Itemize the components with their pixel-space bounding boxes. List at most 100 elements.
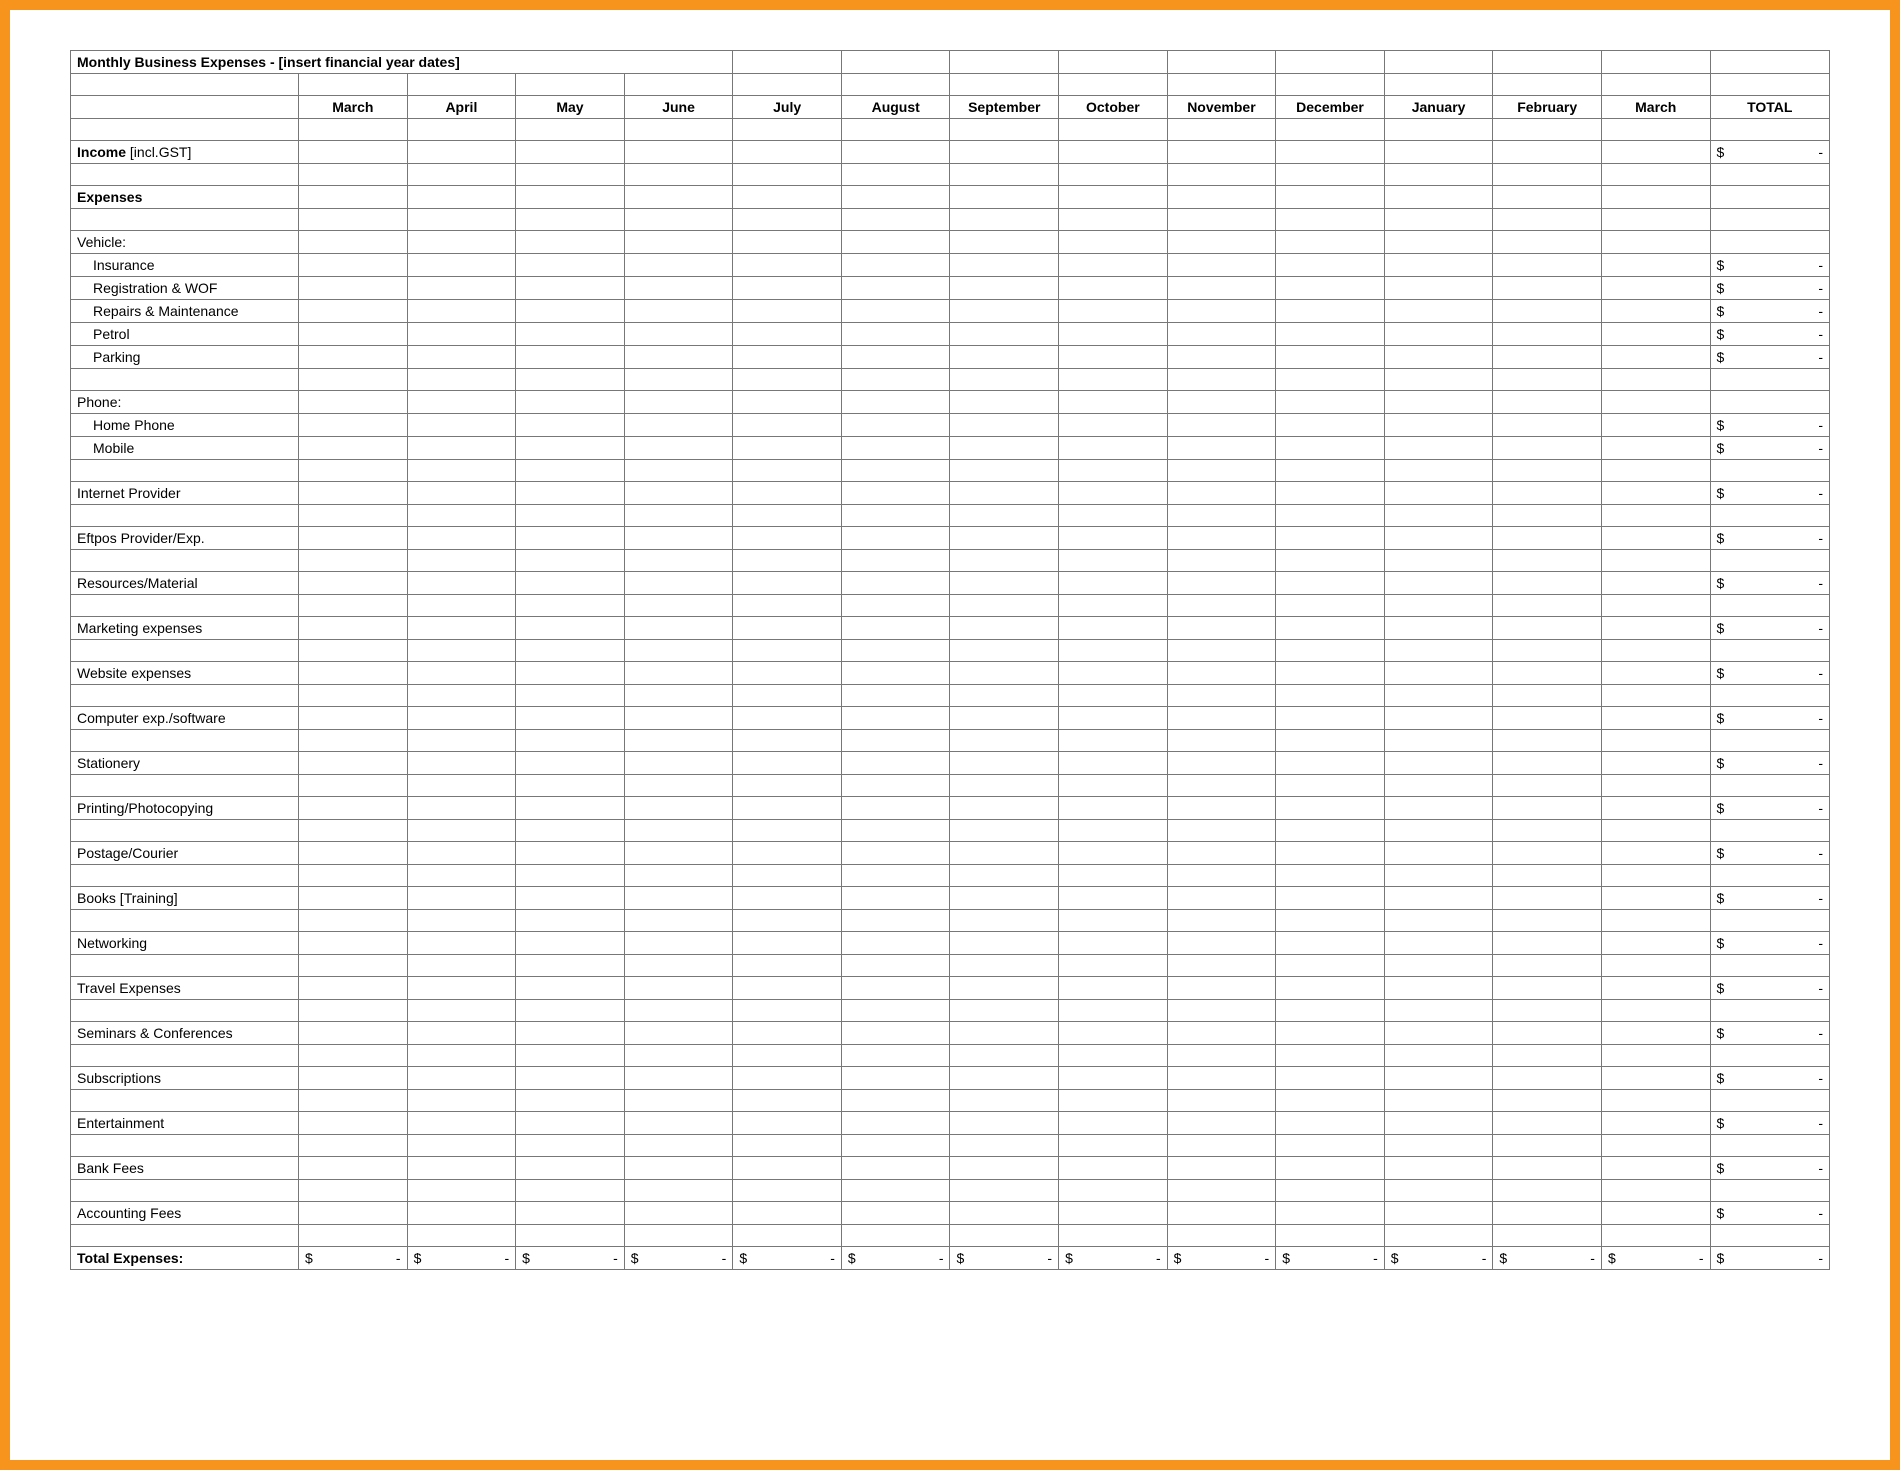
month-header-12: March <box>1601 96 1710 119</box>
month-header-7: October <box>1059 96 1168 119</box>
expense-item-label: Accounting Fees <box>71 1202 299 1225</box>
month-total-value: - <box>830 1247 835 1269</box>
row-total: $- <box>1710 617 1829 640</box>
total-value: - <box>1818 662 1823 684</box>
currency-symbol: $ <box>305 1247 313 1269</box>
month-header-9: December <box>1276 96 1385 119</box>
total-value: - <box>1818 977 1823 999</box>
row-total: $- <box>1710 662 1829 685</box>
month-header-11: February <box>1493 96 1602 119</box>
total-value: - <box>1818 1157 1823 1179</box>
row-total: $- <box>1710 887 1829 910</box>
currency-symbol: $ <box>1717 1022 1725 1044</box>
month-total-value: - <box>1699 1247 1704 1269</box>
month-header-3: June <box>624 96 733 119</box>
row-total: $- <box>1710 1022 1829 1045</box>
grand-total-value: - <box>1818 1247 1823 1269</box>
total-value: - <box>1818 1112 1823 1134</box>
currency-symbol: $ <box>848 1247 856 1269</box>
currency-symbol: $ <box>1717 277 1725 299</box>
expense-item-label: Seminars & Conferences <box>71 1022 299 1045</box>
currency-symbol: $ <box>1717 572 1725 594</box>
grand-total: $- <box>1710 1247 1829 1270</box>
expense-item-row: Internet Provider$- <box>71 482 1830 505</box>
expense-item-row: Books [Training]$- <box>71 887 1830 910</box>
currency-symbol: $ <box>1717 254 1725 276</box>
expense-item-label: Registration & WOF <box>71 277 299 300</box>
expense-item-label: Website expenses <box>71 662 299 685</box>
expense-item-row: Marketing expenses $- <box>71 617 1830 640</box>
month-header-4: July <box>733 96 842 119</box>
month-total-2: $- <box>516 1247 625 1270</box>
expense-item-label: Repairs & Maintenance <box>71 300 299 323</box>
currency-symbol: $ <box>1717 662 1725 684</box>
currency-symbol: $ <box>1717 932 1725 954</box>
total-value: - <box>1818 277 1823 299</box>
expense-item-row: Subscriptions $ - <box>71 1067 1830 1090</box>
group-label: Phone: <box>71 391 299 414</box>
row-total: $- <box>1710 323 1829 346</box>
currency-symbol: $ <box>1717 1067 1725 1089</box>
total-value: - <box>1818 482 1823 504</box>
row-total: $- <box>1710 1157 1829 1180</box>
total-value: - <box>1818 141 1823 163</box>
expense-item-row: Bank Fees$- <box>71 1157 1830 1180</box>
expense-item-label: Entertainment <box>71 1112 299 1135</box>
expense-item-label: Parking <box>71 346 299 369</box>
month-total-value: - <box>1482 1247 1487 1269</box>
total-value: - <box>1818 1067 1823 1089</box>
total-value: - <box>1818 414 1823 436</box>
row-total: $- <box>1710 346 1829 369</box>
month-header-8: November <box>1167 96 1276 119</box>
total-value: - <box>1818 1202 1823 1224</box>
currency-symbol: $ <box>1717 346 1725 368</box>
row-total: $- <box>1710 414 1829 437</box>
month-total-value: - <box>1265 1247 1270 1269</box>
title-row: Monthly Business Expenses - [insert fina… <box>71 51 1830 74</box>
currency-symbol: $ <box>1717 1202 1725 1224</box>
total-value: - <box>1818 617 1823 639</box>
currency-symbol: $ <box>1717 752 1725 774</box>
month-total-12: $- <box>1601 1247 1710 1270</box>
month-total-10: $- <box>1384 1247 1493 1270</box>
total-header: TOTAL <box>1710 96 1829 119</box>
month-total-8: $- <box>1167 1247 1276 1270</box>
currency-symbol: $ <box>1717 527 1725 549</box>
total-value: - <box>1818 932 1823 954</box>
month-total-4: $- <box>733 1247 842 1270</box>
currency-symbol: $ <box>1499 1247 1507 1269</box>
expense-item-row: Home Phone $- <box>71 414 1830 437</box>
page-frame: Monthly Business Expenses - [insert fina… <box>0 0 1900 1470</box>
row-total: $- <box>1710 1202 1829 1225</box>
currency-symbol: $ <box>414 1247 422 1269</box>
row-total: $- <box>1710 141 1829 164</box>
expense-item-label: Petrol <box>71 323 299 346</box>
expense-item-row: Parking $- <box>71 346 1830 369</box>
expense-item-label: Stationery <box>71 752 299 775</box>
month-total-value: - <box>722 1247 727 1269</box>
row-total: $- <box>1710 932 1829 955</box>
expense-item-row: Stationery$- <box>71 752 1830 775</box>
expense-item-row: Petrol $- <box>71 323 1830 346</box>
month-total-value: - <box>939 1247 944 1269</box>
expense-item-label: Printing/Photocopying <box>71 797 299 820</box>
month-total-11: $- <box>1493 1247 1602 1270</box>
expense-item-label: Home Phone <box>71 414 299 437</box>
income-label: Income [incl.GST] <box>71 141 299 164</box>
currency-symbol: $ <box>631 1247 639 1269</box>
row-total: $- <box>1710 842 1829 865</box>
expenses-header-row: Expenses <box>71 186 1830 209</box>
total-expenses-label: Total Expenses: <box>71 1247 299 1270</box>
currency-symbol: $ <box>1717 1157 1725 1179</box>
total-value: - <box>1818 437 1823 459</box>
month-header-10: January <box>1384 96 1493 119</box>
month-header-0: March <box>299 96 408 119</box>
expense-item-label: Marketing expenses <box>71 617 299 640</box>
total-value: - <box>1818 1022 1823 1044</box>
expenses-spreadsheet: Monthly Business Expenses - [insert fina… <box>70 50 1830 1270</box>
month-total-value: - <box>396 1247 401 1269</box>
row-total: $- <box>1710 707 1829 730</box>
expense-item-label: Subscriptions <box>71 1067 299 1090</box>
expense-item-label: Insurance <box>71 254 299 277</box>
expense-item-label: Computer exp./software <box>71 707 299 730</box>
